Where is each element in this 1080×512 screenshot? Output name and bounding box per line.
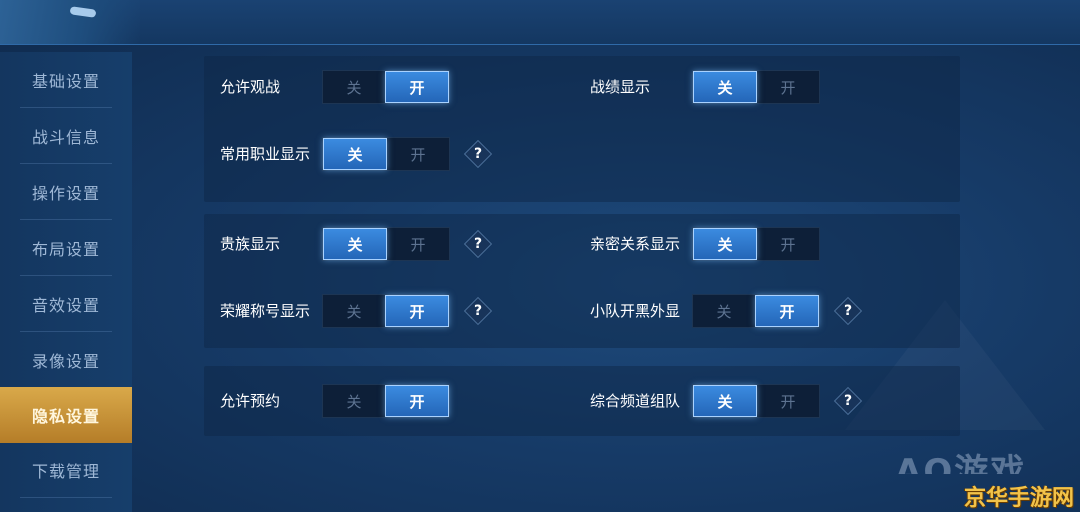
setting-label-noble-display: 贵族显示 [220,235,281,253]
toggle-on-option[interactable]: 开 [757,385,819,417]
sidebar-item-label: 下载管理 [31,462,100,481]
sidebar-item-label: 基础设置 [31,72,100,91]
sidebar-item-label: 隐私设置 [31,407,100,426]
sidebar-item-label: 战斗信息 [31,128,100,147]
top-header-bar [0,0,1080,45]
setting-label-squad-display: 小队开黑外显 [590,302,681,320]
toggle-on-option[interactable]: 开 [757,71,819,103]
toggle-off-option[interactable]: 关 [323,385,385,417]
sidebar-item-label: 音效设置 [31,296,100,315]
common-role-display-toggle[interactable]: 关 开 [322,137,450,171]
sidebar-item-downloads[interactable]: 下载管理 [0,442,132,498]
toggle-off-option[interactable]: 关 [323,138,387,170]
header-corner-ornament [0,0,140,44]
site-watermark: 京华手游网 [963,486,1074,511]
toggle-on-option[interactable]: 开 [757,228,819,260]
intimacy-display-toggle[interactable]: 关 开 [692,227,820,261]
toggle-off-option[interactable]: 关 [693,228,757,260]
sidebar-item-label: 布局设置 [31,240,100,259]
settings-group-spectate [204,56,960,202]
sidebar-item-privacy[interactable]: 隐私设置 [0,387,132,443]
toggle-on-option[interactable]: 开 [755,295,819,327]
honor-title-display-toggle[interactable]: 关 开 [322,294,450,328]
squad-display-toggle[interactable]: 关 开 [692,294,820,328]
sidebar-item-label: 操作设置 [31,184,100,203]
setting-label-intimacy-display: 亲密关系显示 [590,235,681,253]
settings-group-display [204,214,960,348]
settings-sidebar: 基础设置 战斗信息 操作设置 布局设置 音效设置 录像设置 隐私设置 下载管理 [0,52,132,512]
sidebar-item-controls[interactable]: 操作设置 [0,164,132,220]
toggle-off-option[interactable]: 关 [693,295,755,327]
toggle-off-option[interactable]: 关 [693,71,757,103]
faint-watermark: AO游戏 [895,452,1027,474]
toggle-off-option[interactable]: 关 [323,228,387,260]
toggle-off-option[interactable]: 关 [693,385,757,417]
toggle-on-option[interactable]: 开 [385,71,449,103]
setting-label-channel-team: 综合频道组队 [590,392,681,410]
setting-label-record-display: 战绩显示 [590,78,651,96]
allow-reservation-toggle[interactable]: 关 开 [322,384,450,418]
sidebar-item-battle-info[interactable]: 战斗信息 [0,108,132,164]
record-display-toggle[interactable]: 关 开 [692,70,820,104]
allow-spectate-toggle[interactable]: 关 开 [322,70,450,104]
setting-label-allow-spectate: 允许观战 [220,78,281,96]
toggle-on-option[interactable]: 开 [387,228,449,260]
toggle-off-option[interactable]: 关 [323,295,385,327]
sidebar-item-basic[interactable]: 基础设置 [0,52,132,108]
sidebar-item-label: 录像设置 [31,352,100,371]
setting-label-honor-title-display: 荣耀称号显示 [220,302,311,320]
sidebar-divider [20,497,112,498]
sidebar-item-sound[interactable]: 音效设置 [0,276,132,332]
setting-label-common-role-display: 常用职业显示 [220,145,311,163]
channel-team-toggle[interactable]: 关 开 [692,384,820,418]
sidebar-item-replay[interactable]: 录像设置 [0,332,132,388]
sidebar-item-layout[interactable]: 布局设置 [0,220,132,276]
setting-label-allow-reservation: 允许预约 [220,392,281,410]
noble-display-toggle[interactable]: 关 开 [322,227,450,261]
toggle-off-option[interactable]: 关 [323,71,385,103]
toggle-on-option[interactable]: 开 [385,295,449,327]
toggle-on-option[interactable]: 开 [387,138,449,170]
toggle-on-option[interactable]: 开 [385,385,449,417]
